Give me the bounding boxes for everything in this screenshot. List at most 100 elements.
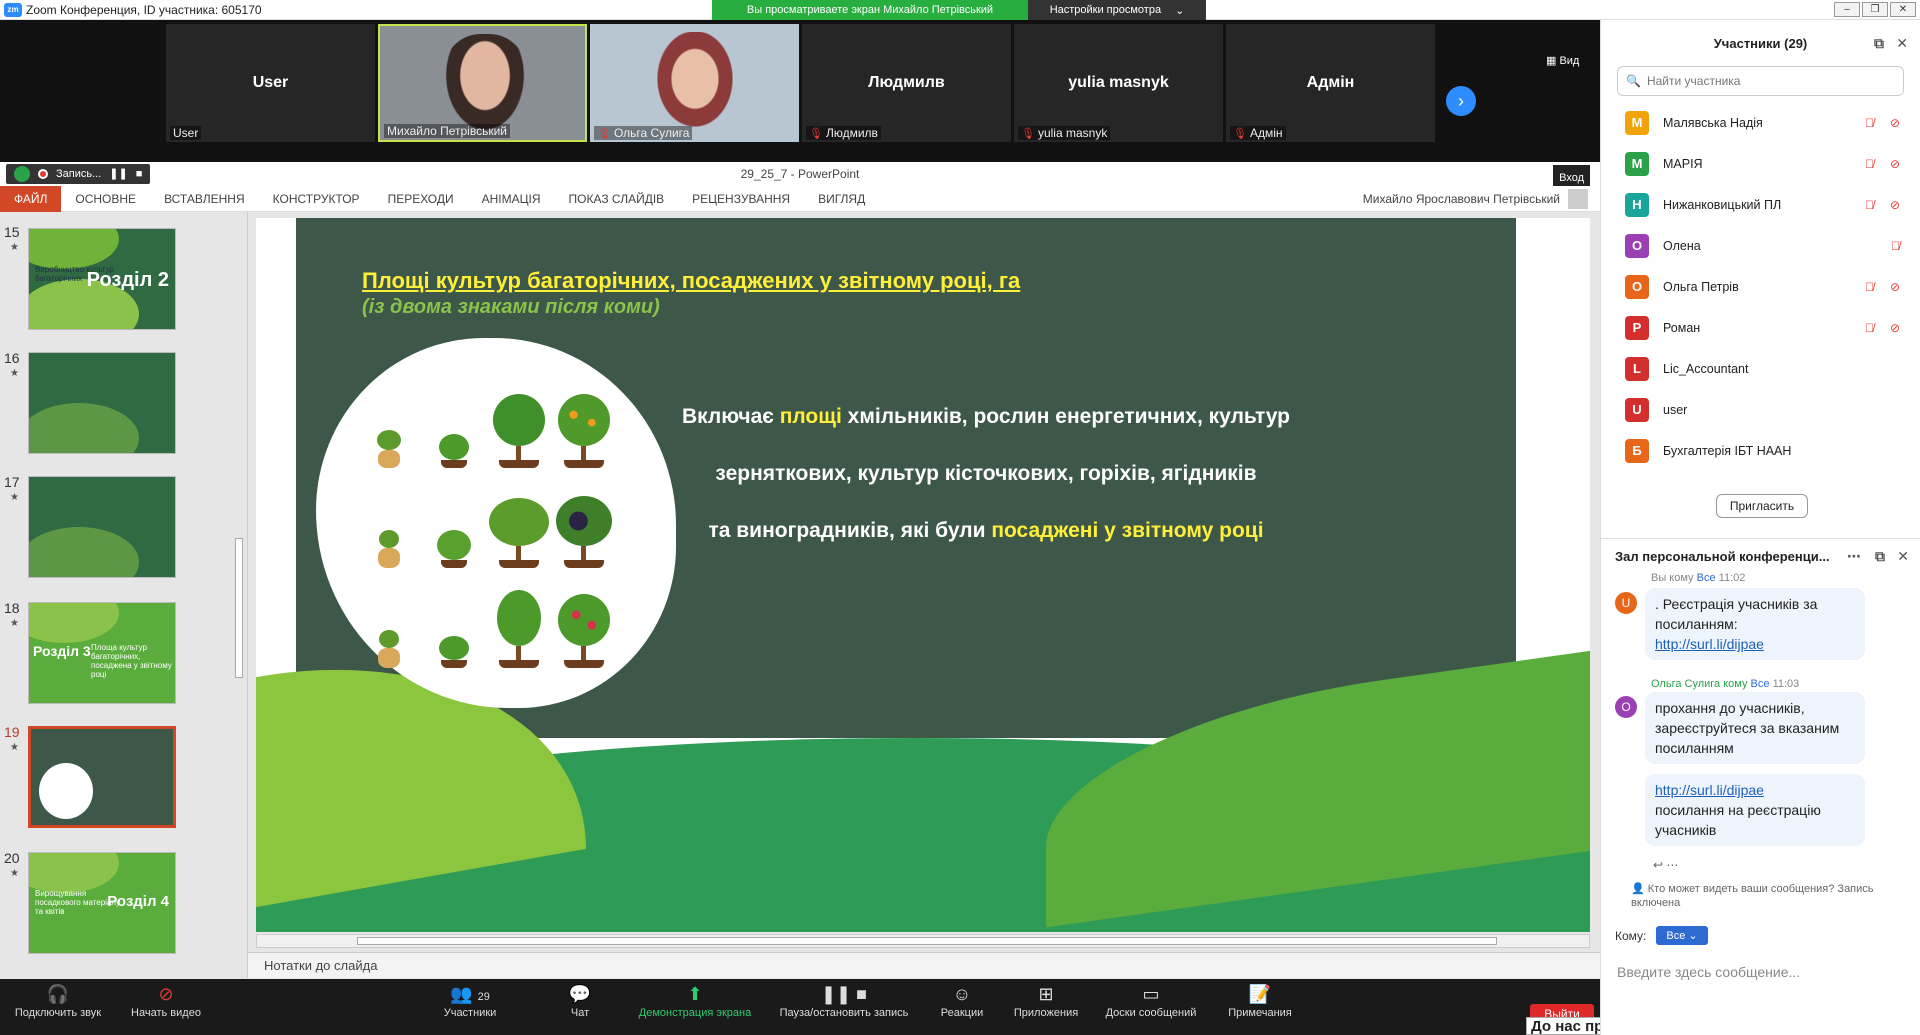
user-avatar-icon[interactable] bbox=[1568, 189, 1588, 209]
video-off-icon[interactable]: ⊘ bbox=[1890, 321, 1900, 335]
apps-button[interactable]: ⊞ Приложения bbox=[1008, 979, 1084, 1035]
slide-notes[interactable]: Нотатки до слайда bbox=[248, 952, 1600, 978]
chevron-down-icon: ⌄ bbox=[1175, 4, 1185, 17]
thumb-subtitle: Площа культур багаторічних, посаджена у … bbox=[91, 643, 172, 679]
participant-item[interactable]: М МАРІЯ 🎙̸ ⊘ bbox=[1601, 143, 1920, 184]
video-off-icon[interactable]: ⊘ bbox=[1890, 116, 1900, 130]
video-tile[interactable]: yulia masnyk 🎙 yulia masnyk bbox=[1014, 24, 1223, 142]
tab-slideshow[interactable]: ПОКАЗ СЛАЙДІВ bbox=[555, 186, 679, 212]
view-options-button[interactable]: Настройки просмотра ⌄ bbox=[1028, 0, 1206, 20]
mic-muted-icon[interactable]: 🎙̸ bbox=[1865, 157, 1874, 171]
toolbar-label: Демонстрация экрана bbox=[638, 1007, 752, 1019]
message-actions[interactable]: ↩ ⋯ bbox=[1653, 858, 1678, 872]
close-icon[interactable]: ✕ bbox=[1896, 35, 1908, 52]
star-icon: ★ bbox=[10, 368, 19, 379]
message-meta: Вы кому Все 11:02 bbox=[1651, 572, 1745, 584]
tab-insert[interactable]: ВСТАВЛЕННЯ bbox=[150, 186, 259, 212]
minimize-icon[interactable]: – bbox=[1834, 2, 1860, 17]
video-tile[interactable]: Людмилв 🎙 Людмилв bbox=[802, 24, 1011, 142]
record-indicator[interactable]: Запись... ❚❚ ■ bbox=[6, 162, 151, 186]
slide-thumbnail[interactable]: Виробництво культур багаторічних Розділ 2 bbox=[28, 228, 176, 330]
whiteboard-button[interactable]: ▭ Доски сообщений bbox=[1094, 979, 1208, 1035]
participant-item[interactable]: М Малявська Надія 🎙̸ ⊘ bbox=[1601, 102, 1920, 143]
slide-vertical-scrollbar[interactable] bbox=[1590, 218, 1600, 932]
video-off-icon[interactable]: ⊘ bbox=[1890, 198, 1900, 212]
tab-design[interactable]: КОНСТРУКТОР bbox=[259, 186, 374, 212]
slide-thumbnail[interactable]: Розділ 3 Площа культур багаторічних, поса… bbox=[28, 602, 176, 704]
tab-file[interactable]: ФАЙЛ bbox=[0, 185, 62, 212]
chat-message-input[interactable]: Введите здесь сообщение... bbox=[1617, 964, 1800, 980]
mic-muted-icon[interactable]: 🎙̸ bbox=[1865, 198, 1874, 212]
shield-icon bbox=[14, 166, 30, 182]
who-can-see-link[interactable]: 👤 Кто может видеть ваши сообщения? Запис… bbox=[1631, 882, 1911, 910]
reactions-button[interactable]: ☺ Реакции bbox=[932, 979, 992, 1035]
participant-name: Lic_Accountant bbox=[1663, 361, 1749, 376]
share-screen-button[interactable]: ⬆ Демонстрация экрана bbox=[630, 979, 760, 1035]
popout-icon[interactable]: ⧉ bbox=[1875, 548, 1885, 565]
grape-bush-icon bbox=[555, 496, 612, 568]
slide-thumbnail[interactable]: Вирощування посадкового матеріалу та кві… bbox=[28, 852, 176, 954]
participant-item[interactable]: Б Бухгалтерія ІБТ НААН bbox=[1601, 430, 1920, 471]
slide-thumbnail[interactable] bbox=[28, 476, 176, 578]
ppt-user-name[interactable]: Михайло Ярославович Петрівський bbox=[1363, 192, 1560, 206]
tile-label: Михайло Петрівський bbox=[384, 124, 510, 138]
message-link[interactable]: http://surl.li/dijpae bbox=[1655, 636, 1764, 652]
participant-item[interactable]: Uuser bbox=[1601, 389, 1920, 430]
close-icon[interactable]: ✕ bbox=[1897, 548, 1909, 565]
tab-view[interactable]: ВИГЛЯД bbox=[804, 186, 879, 212]
participant-item[interactable]: L Lic_Accountant bbox=[1601, 348, 1920, 389]
participant-video bbox=[650, 32, 740, 136]
participant-item[interactable]: Р Роман 🎙̸ ⊘ bbox=[1601, 307, 1920, 348]
mic-muted-icon[interactable]: 🎙̸ bbox=[1865, 116, 1874, 130]
slide-horizontal-scrollbar[interactable] bbox=[256, 934, 1590, 948]
participants-button[interactable]: 👥 29 Участники bbox=[430, 979, 510, 1035]
slide-number: 15 bbox=[4, 224, 20, 240]
tab-animation[interactable]: АНІМАЦІЯ bbox=[468, 186, 555, 212]
more-icon[interactable]: ⋯ bbox=[1847, 548, 1861, 565]
reply-icon[interactable]: ↩ bbox=[1653, 858, 1663, 872]
video-tile[interactable]: User User bbox=[166, 24, 375, 142]
slide-thumbnail[interactable] bbox=[28, 352, 176, 454]
participant-item[interactable]: О Олена 🎙̸ bbox=[1601, 225, 1920, 266]
slide-thumbnail-selected[interactable] bbox=[28, 726, 176, 828]
recipient-select[interactable]: Все ⌄ bbox=[1656, 926, 1708, 945]
more-icon[interactable]: ⋯ bbox=[1666, 858, 1678, 872]
mic-muted-icon[interactable]: 🎙̸ bbox=[1891, 239, 1900, 253]
restore-icon[interactable]: ❐ bbox=[1862, 2, 1888, 17]
thumbnails-scrollbar[interactable] bbox=[232, 218, 246, 698]
next-page-button[interactable]: › bbox=[1446, 86, 1476, 116]
recipient-label: Кому: bbox=[1615, 928, 1647, 943]
body-line: зерняткових, культур кісточкових, горіхі… bbox=[715, 462, 1257, 485]
avatar: Б bbox=[1625, 438, 1649, 463]
avatar: U bbox=[1615, 592, 1637, 614]
participant-item[interactable]: Н Нижанковицький ПЛ 🎙̸ ⊘ bbox=[1601, 184, 1920, 225]
view-button[interactable]: ▦ Вид bbox=[1546, 54, 1579, 67]
pause-record-button[interactable]: ❚❚ ■ Пауза/остановить запись bbox=[770, 979, 918, 1035]
video-button[interactable]: ⊘ Начать видео bbox=[118, 979, 214, 1035]
chat-button[interactable]: 💬 Чат bbox=[560, 979, 600, 1035]
video-tile[interactable]: Михайло Петрівський bbox=[378, 24, 587, 142]
tab-transitions[interactable]: ПЕРЕХОДИ bbox=[374, 186, 468, 212]
invite-button[interactable]: Пригласить bbox=[1716, 494, 1808, 518]
mic-muted-icon[interactable]: 🎙̸ bbox=[1865, 280, 1874, 294]
audio-button[interactable]: 🎧 Подключить звук bbox=[8, 979, 108, 1035]
message-link[interactable]: http://surl.li/dijpae bbox=[1655, 782, 1764, 798]
participant-search-input[interactable]: 🔍 Найти участника bbox=[1617, 66, 1904, 96]
notes-button[interactable]: 📝 Примечания bbox=[1218, 979, 1302, 1035]
avatar: Н bbox=[1625, 192, 1649, 217]
popout-icon[interactable]: ⧉ bbox=[1874, 35, 1884, 52]
tab-home[interactable]: ОСНОВНЕ bbox=[61, 186, 150, 212]
shared-screen: 29_25_7 - PowerPoint Запись... ❚❚ ■ Вход… bbox=[0, 162, 1600, 1005]
video-tile[interactable]: Адмін 🎙 Адмін bbox=[1226, 24, 1435, 142]
participant-name: Ольга Петрів bbox=[1663, 279, 1739, 294]
video-tile[interactable]: 🎙 Ольга Сулига bbox=[590, 24, 799, 142]
tab-review[interactable]: РЕЦЕНЗУВАННЯ bbox=[678, 186, 804, 212]
video-off-icon[interactable]: ⊘ bbox=[1890, 157, 1900, 171]
pause-icon[interactable]: ❚❚ bbox=[109, 162, 127, 186]
stop-icon[interactable]: ■ bbox=[136, 162, 143, 186]
close-icon[interactable]: ✕ bbox=[1890, 2, 1916, 17]
participant-item[interactable]: О Ольга Петрів 🎙̸ ⊘ bbox=[1601, 266, 1920, 307]
recipient-row: Кому: Все ⌄ bbox=[1615, 926, 1708, 945]
mic-muted-icon[interactable]: 🎙̸ bbox=[1865, 321, 1874, 335]
video-off-icon[interactable]: ⊘ bbox=[1890, 280, 1900, 294]
